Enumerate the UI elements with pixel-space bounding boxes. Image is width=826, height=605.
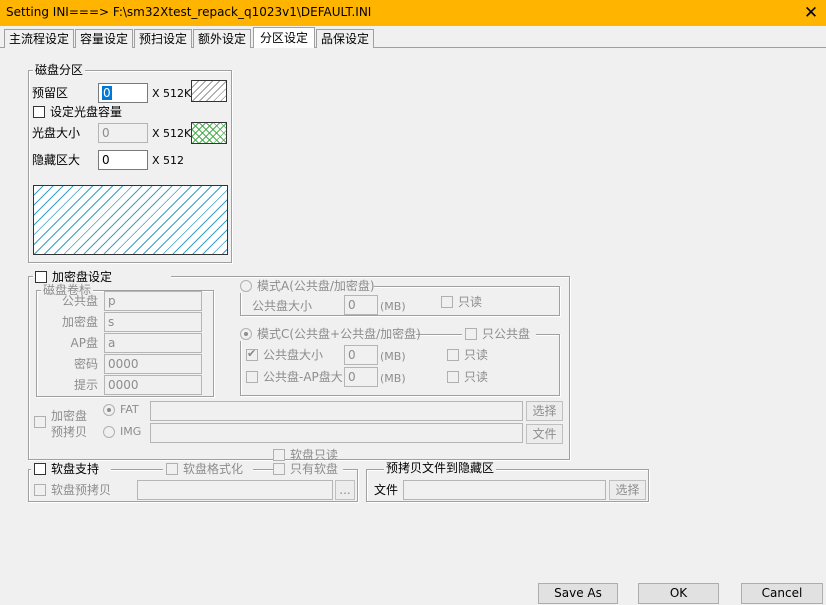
cancel-button[interactable]: Cancel <box>741 583 823 604</box>
mode-c-readonly-checkbox-1[interactable] <box>447 349 459 361</box>
reserved-unit: X 512K <box>152 87 192 100</box>
set-cd-capacity-label: 设定光盘容量 <box>50 105 123 119</box>
reserved-input[interactable]: 0 <box>98 83 148 103</box>
cd-size-unit: X 512K <box>152 127 192 140</box>
tab-main-flow[interactable]: 主流程设定 <box>4 29 74 49</box>
floppy-precopy-path-input[interactable] <box>137 480 333 500</box>
floppy-format-label: 软盘格式化 <box>183 462 244 476</box>
mode-c-readonly-label-2: 只读 <box>464 370 489 384</box>
mode-c-label: 模式C(公共盘+公共盘/加密盘) <box>257 327 421 341</box>
floppy-readonly-checkbox[interactable] <box>273 449 285 461</box>
fat-path-input[interactable] <box>150 401 523 421</box>
mode-c-mb-unit-2: (MB) <box>380 372 406 385</box>
tab-extra[interactable]: 额外设定 <box>193 29 251 49</box>
mode-c-public-size-checkbox[interactable] <box>246 347 258 361</box>
cd-swatch <box>191 122 227 144</box>
ok-button[interactable]: OK <box>638 583 719 604</box>
hidden-precopy-legend: 预拷贝文件到隐藏区 <box>384 461 497 475</box>
floppy-browse-button[interactable]: ... <box>335 480 355 500</box>
encrypt-checkbox[interactable] <box>35 271 47 283</box>
floppy-support-label: 软盘支持 <box>51 462 100 476</box>
img-path-input[interactable] <box>150 423 523 443</box>
hidden-precopy-path-input[interactable] <box>403 480 606 500</box>
mode-c-readonly-checkbox-2[interactable] <box>447 371 459 383</box>
img-label: IMG <box>120 425 142 438</box>
mode-c-public-ap-label: 公共盘-AP盘大小 <box>263 370 343 384</box>
hint-input[interactable]: 0000 <box>104 375 202 395</box>
fat-radio[interactable] <box>103 404 115 416</box>
mode-a-readonly-checkbox[interactable] <box>441 296 453 308</box>
hidden-size-input[interactable]: 0 <box>98 150 148 170</box>
public-disk-input[interactable]: p <box>104 291 202 311</box>
fat-label: FAT <box>120 403 139 416</box>
img-radio[interactable] <box>103 426 115 438</box>
cd-size-label: 光盘大小 <box>32 126 81 140</box>
only-floppy-label: 只有软盘 <box>290 462 339 476</box>
encrypt-precopy-label-1: 加密盘 <box>51 409 88 423</box>
partition-map <box>33 185 228 255</box>
floppy-precopy-label: 软盘预拷贝 <box>51 483 112 497</box>
save-as-button[interactable]: Save As <box>538 583 618 604</box>
password-label: 密码 <box>73 357 98 371</box>
encrypted-disk-input[interactable]: s <box>104 312 202 332</box>
fat-select-button[interactable]: 选择 <box>526 401 563 421</box>
hidden-precopy-select-button[interactable]: 选择 <box>609 480 646 500</box>
hidden-size-unit: X 512 <box>152 154 185 167</box>
mode-c-readonly-label-1: 只读 <box>464 348 489 362</box>
mode-c-public-size-input[interactable]: 0 <box>344 345 378 365</box>
encrypt-precopy-label-2: 预拷贝 <box>51 425 88 439</box>
tab-quality[interactable]: 品保设定 <box>316 29 374 49</box>
only-public-label: 只公共盘 <box>482 327 531 341</box>
tab-capacity[interactable]: 容量设定 <box>75 29 133 49</box>
img-file-button[interactable]: 文件 <box>526 424 563 444</box>
floppy-support-checkbox[interactable] <box>34 463 46 475</box>
close-icon[interactable]: ✕ <box>800 2 822 24</box>
set-cd-capacity-checkbox[interactable] <box>33 106 45 118</box>
only-floppy-checkbox[interactable] <box>273 463 285 475</box>
mode-c-public-ap-checkbox[interactable] <box>246 371 258 383</box>
hint-label: 提示 <box>73 378 98 392</box>
mode-a-label: 模式A(公共盘/加密盘) <box>257 279 375 293</box>
encrypt-precopy-checkbox[interactable] <box>34 416 46 428</box>
mode-c-public-size-label: 公共盘大小 <box>263 348 324 362</box>
tab-partition[interactable]: 分区设定 <box>253 27 315 49</box>
public-disk-label: 公共盘 <box>61 294 98 308</box>
tab-prescan[interactable]: 预扫设定 <box>134 29 192 49</box>
mode-c-radio[interactable] <box>240 328 252 340</box>
mode-a-mb-unit: (MB) <box>380 300 406 313</box>
window-title: Setting INI===> F:\sm32Xtest_repack_q102… <box>6 5 372 19</box>
only-public-checkbox[interactable] <box>465 328 477 340</box>
mode-a-public-size-input[interactable]: 0 <box>344 295 378 315</box>
mode-c-public-ap-input[interactable]: 0 <box>344 367 378 387</box>
cd-size-input[interactable]: 0 <box>98 123 148 143</box>
mode-a-readonly-label: 只读 <box>458 295 483 309</box>
mode-a-radio[interactable] <box>240 280 252 292</box>
reserved-swatch <box>191 80 227 102</box>
ap-disk-label: AP盘 <box>70 336 98 350</box>
partition-legend: 磁盘分区 <box>33 63 86 77</box>
encrypted-disk-label: 加密盘 <box>61 315 98 329</box>
password-input[interactable]: 0000 <box>104 354 202 374</box>
floppy-format-checkbox[interactable] <box>166 463 178 475</box>
ap-disk-input[interactable]: a <box>104 333 202 353</box>
mode-a-public-size-label: 公共盘大小 <box>252 299 313 313</box>
hidden-precopy-file-label: 文件 <box>374 483 399 497</box>
floppy-precopy-checkbox[interactable] <box>34 484 46 496</box>
reserved-label: 预留区 <box>32 86 69 100</box>
hidden-size-label: 隐藏区大 <box>32 153 81 167</box>
mode-c-mb-unit-1: (MB) <box>380 350 406 363</box>
